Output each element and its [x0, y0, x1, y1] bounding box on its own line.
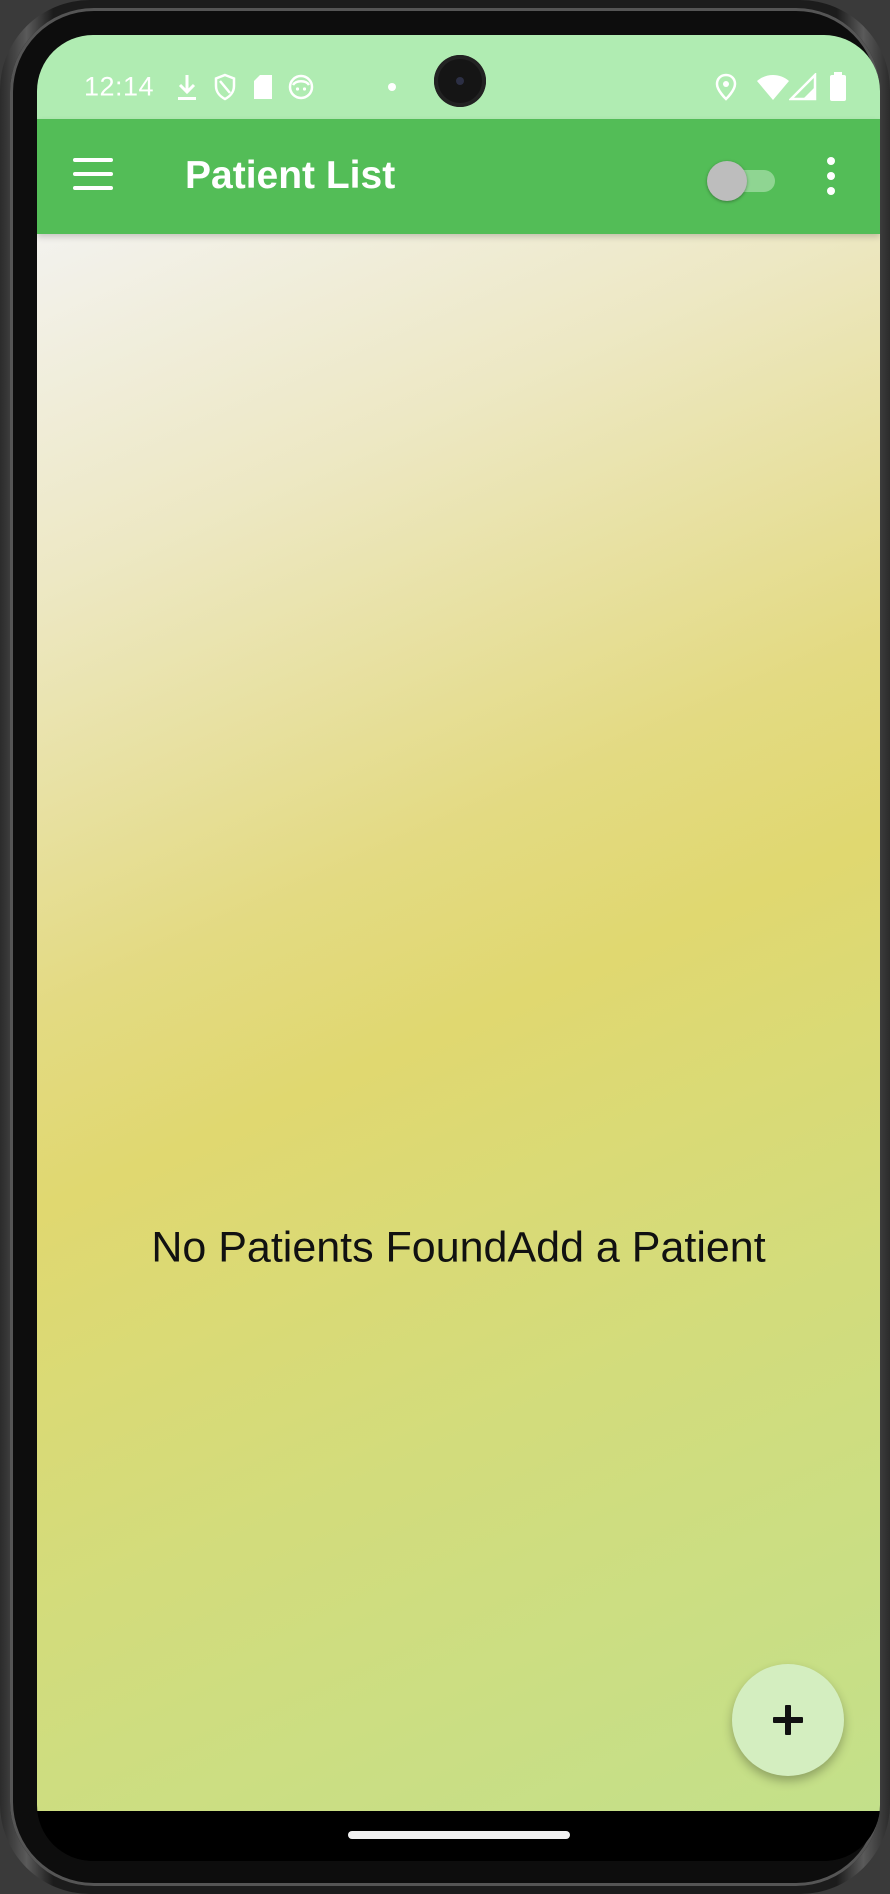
device-bezel: 12:14 Patient List No Patients FoundAdd …	[10, 8, 880, 1886]
sd-card-icon	[254, 75, 272, 99]
patient-list-content: No Patients FoundAdd a Patient	[37, 234, 880, 1811]
device-frame: 12:14 Patient List No Patients FoundAdd …	[0, 0, 890, 1894]
dot-icon	[388, 83, 396, 91]
page-title: Patient List	[185, 154, 396, 197]
mode-toggle-switch[interactable]	[707, 159, 777, 201]
status-time: 12:14	[84, 71, 155, 102]
wifi-icon	[757, 75, 789, 100]
app-bar: Patient List	[37, 119, 880, 234]
hamburger-menu-icon[interactable]	[73, 158, 113, 190]
empty-state-message: No Patients FoundAdd a Patient	[151, 1223, 766, 1272]
battery-icon	[830, 72, 846, 101]
toggle-thumb	[707, 161, 747, 201]
plus-icon	[773, 1705, 803, 1735]
shield-icon	[214, 73, 236, 101]
front-camera	[434, 55, 486, 107]
face-icon	[288, 74, 314, 100]
status-bar: 12:14	[37, 35, 880, 119]
more-vert-icon[interactable]	[826, 157, 836, 195]
signal-icon	[789, 73, 817, 101]
add-patient-button[interactable]	[732, 1664, 844, 1776]
download-icon	[178, 75, 196, 100]
gesture-nav-bar	[37, 1811, 880, 1861]
screen: 12:14 Patient List No Patients FoundAdd …	[37, 35, 880, 1861]
home-indicator[interactable]	[348, 1831, 570, 1839]
location-icon	[715, 73, 737, 101]
